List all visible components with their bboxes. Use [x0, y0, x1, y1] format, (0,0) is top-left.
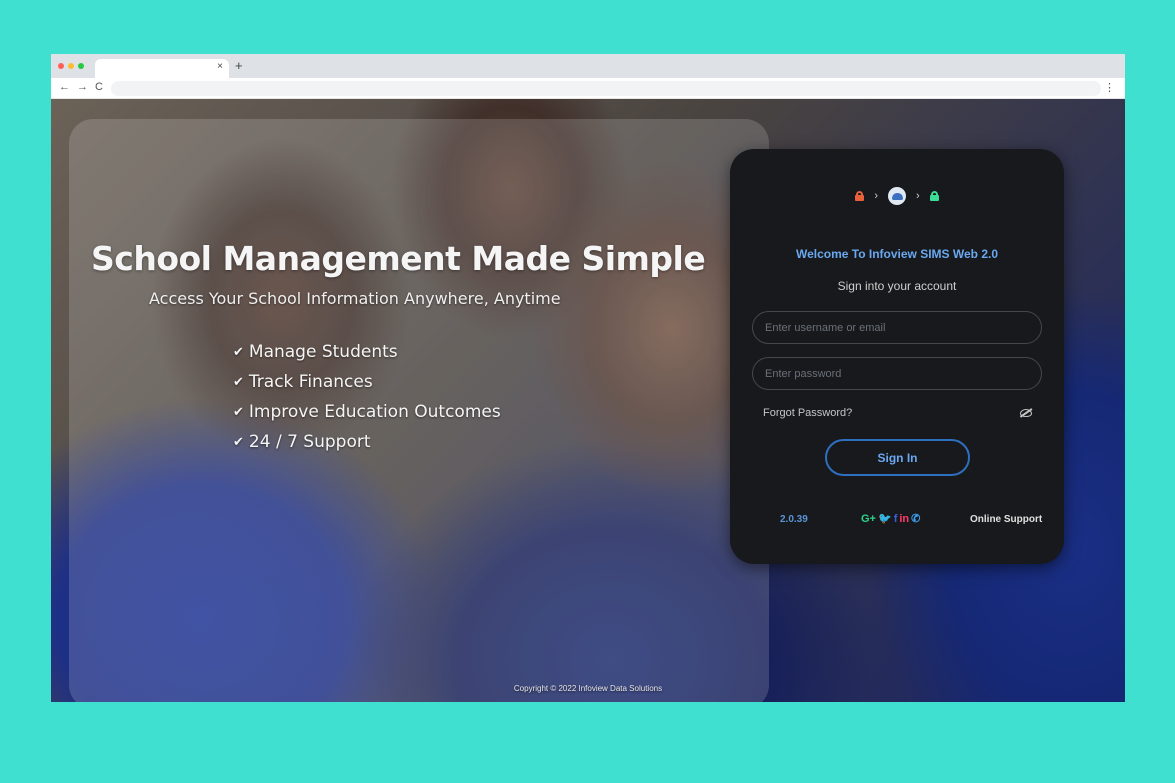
google-plus-icon[interactable]: G+	[861, 513, 876, 525]
forward-arrow-icon[interactable]: →	[77, 81, 88, 93]
welcome-heading: Welcome To Infoview SIMS Web 2.0	[795, 247, 999, 261]
lock-closed-icon	[855, 191, 865, 201]
password-input[interactable]	[752, 357, 1042, 390]
forgot-password-link[interactable]: Forgot Password?	[763, 407, 852, 419]
hero-title: School Management Made Simple	[91, 239, 706, 278]
signin-subtitle: Sign into your account	[837, 279, 957, 293]
feature-item: ✔ Manage Students	[233, 337, 501, 367]
check-icon: ✔	[233, 434, 244, 450]
page-viewport: School Management Made Simple Access You…	[51, 99, 1125, 702]
feature-item: ✔ 24 / 7 Support	[233, 427, 501, 457]
eye-slash-icon[interactable]	[1020, 409, 1032, 417]
url-input[interactable]	[111, 81, 1101, 96]
address-bar: ← → C ⋮	[51, 78, 1125, 99]
login-progress-indicator: › ›	[730, 187, 1064, 205]
login-card: › › Welcome To Infoview SIMS Web 2.0 Sig…	[730, 149, 1064, 564]
feature-label: Improve Education Outcomes	[248, 402, 501, 422]
feature-label: Manage Students	[248, 342, 398, 362]
sign-in-button[interactable]: Sign In	[825, 439, 970, 476]
chevron-right-icon: ›	[874, 190, 878, 202]
browser-menu-icon[interactable]: ⋮	[1104, 81, 1115, 94]
reload-icon[interactable]: C	[95, 81, 103, 93]
close-window-dot[interactable]	[58, 63, 64, 69]
feature-item: ✔ Improve Education Outcomes	[233, 397, 501, 427]
feature-item: ✔ Track Finances	[233, 367, 501, 397]
tab-close-icon[interactable]: ×	[217, 61, 223, 72]
feature-label: Track Finances	[248, 372, 373, 392]
check-icon: ✔	[233, 374, 244, 390]
hero-subtitle: Access Your School Information Anywhere,…	[149, 289, 561, 308]
social-links: G+ 🐦 f in ✆	[861, 512, 920, 526]
feature-label: 24 / 7 Support	[248, 432, 371, 452]
check-icon: ✔	[233, 404, 244, 420]
new-tab-icon[interactable]: +	[235, 58, 243, 73]
lock-open-icon	[929, 191, 939, 201]
cloud-icon	[888, 187, 906, 205]
linkedin-icon[interactable]: in	[899, 513, 909, 525]
maximize-window-dot[interactable]	[78, 63, 84, 69]
feature-list: ✔ Manage Students ✔ Track Finances ✔ Improve …	[233, 337, 501, 457]
check-icon: ✔	[233, 344, 244, 360]
browser-tab[interactable]: ×	[95, 59, 229, 78]
twitter-icon[interactable]: 🐦	[878, 512, 892, 525]
minimize-window-dot[interactable]	[68, 63, 74, 69]
back-arrow-icon[interactable]: ←	[59, 81, 70, 93]
username-input[interactable]	[752, 311, 1042, 344]
browser-window: × + ← → C ⋮ School Management Made Simpl…	[51, 54, 1125, 702]
version-label: 2.0.39	[780, 514, 808, 525]
facebook-icon[interactable]: f	[894, 513, 898, 525]
copyright-text: Copyright © 2022 Infoview Data Solutions	[513, 684, 663, 693]
online-support-link[interactable]: Online Support	[970, 514, 1042, 525]
phone-icon[interactable]: ✆	[911, 512, 920, 525]
chevron-right-icon: ›	[916, 190, 920, 202]
window-controls	[58, 63, 84, 69]
tab-bar: × +	[51, 54, 1125, 78]
